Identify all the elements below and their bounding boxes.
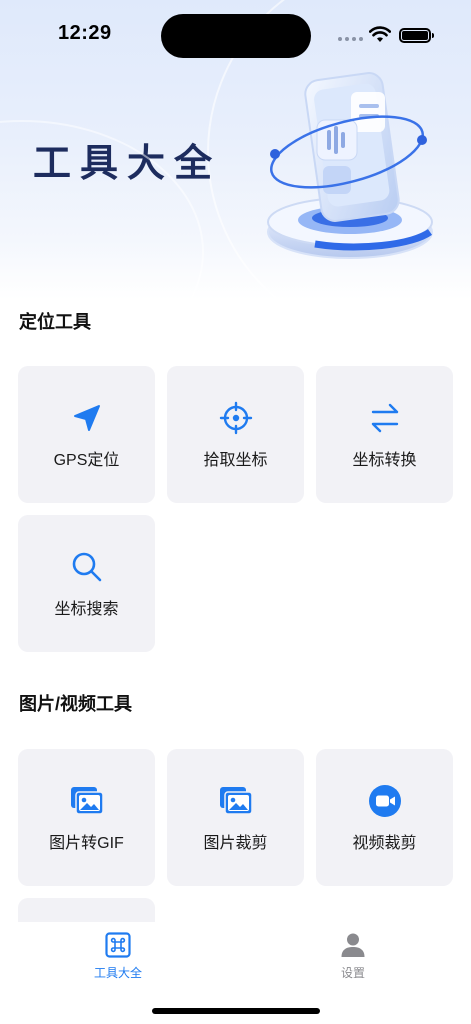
tool-label: 坐标转换 xyxy=(352,451,417,469)
tool-card-pick-coordinate[interactable]: 拾取坐标 xyxy=(167,366,304,503)
search-icon xyxy=(69,549,105,585)
tool-card-gps-location[interactable]: GPS定位 xyxy=(18,366,155,503)
wifi-icon xyxy=(369,26,391,42)
tool-label: 图片转GIF xyxy=(49,834,124,852)
command-key-icon xyxy=(105,932,131,958)
tool-label: GPS定位 xyxy=(53,451,120,469)
hero-title: 工具大全 xyxy=(33,141,222,185)
tab-label: 工具大全 xyxy=(93,966,142,980)
image-gallery-icon xyxy=(218,783,254,819)
tool-card-image-crop[interactable]: 图片裁剪 xyxy=(167,749,304,886)
image-gallery-icon xyxy=(69,783,105,819)
tool-label: 图片裁剪 xyxy=(203,834,268,852)
video-camera-icon xyxy=(367,783,403,819)
tool-card-coordinate-search[interactable]: 坐标搜索 xyxy=(18,515,155,652)
home-indicator xyxy=(152,1008,320,1014)
tool-card-image-to-gif[interactable]: 图片转GIF xyxy=(18,749,155,886)
tool-label: 坐标搜索 xyxy=(54,600,119,618)
tab-settings[interactable]: 设置 xyxy=(293,932,413,981)
phone-illustration xyxy=(267,72,433,259)
tool-label: 视频裁剪 xyxy=(352,834,417,852)
status-time: 12:29 xyxy=(58,22,112,44)
tab-bar: 工具大全 设置 xyxy=(0,922,471,1024)
tool-label: 拾取坐标 xyxy=(203,451,268,469)
battery-icon xyxy=(399,28,434,43)
tool-card-coordinate-convert[interactable]: 坐标转换 xyxy=(316,366,453,503)
section-title-location: 定位工具 xyxy=(19,312,91,332)
swap-arrows-icon xyxy=(367,400,403,436)
tab-tools[interactable]: 工具大全 xyxy=(58,932,178,981)
tool-card-video-crop[interactable]: 视频裁剪 xyxy=(316,749,453,886)
tab-label: 设置 xyxy=(340,966,365,980)
location-tools-grid: GPS定位 拾取坐标 坐标转换 坐标搜索 xyxy=(18,366,454,652)
dynamic-island xyxy=(161,14,311,58)
crosshair-icon xyxy=(218,400,254,436)
section-title-image-video: 图片/视频工具 xyxy=(19,694,133,714)
location-arrow-icon xyxy=(69,400,105,436)
status-bar: 12:29 xyxy=(0,0,471,70)
person-icon xyxy=(341,933,365,957)
cellular-signal-icon xyxy=(338,37,363,41)
